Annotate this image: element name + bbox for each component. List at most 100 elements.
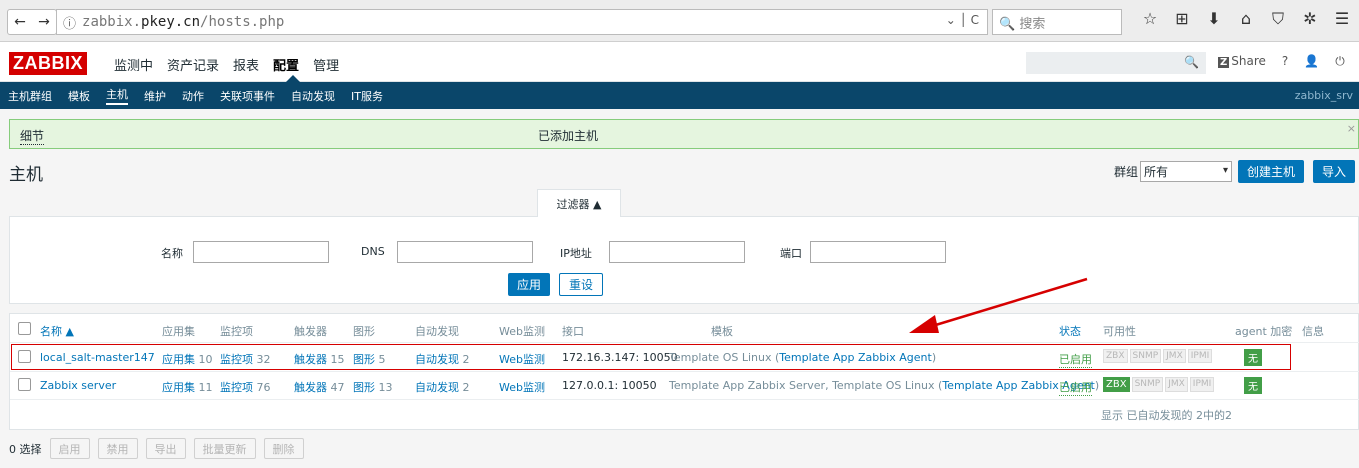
name-input[interactable] [193,241,329,263]
extension-icon[interactable]: ✲ [1300,9,1320,29]
submenu-templates[interactable]: 模板 [68,88,90,104]
group-select[interactable]: 所有 ▾ [1140,161,1233,182]
zabbix-logo[interactable]: ZABBIX [9,52,87,75]
header-apps: 应用集 [162,325,195,338]
filter-tab[interactable]: 过滤器 ▲ [537,189,621,217]
zabbix-header: ZABBIX 监测中 资产记录 报表 配置 管理 🔍 Z Share ? 👤 ⏻ [0,42,1359,82]
ipmi-badge: IPMI [1189,377,1215,392]
submenu-correlation[interactable]: 关联项事件 [220,88,275,104]
help-icon[interactable]: ? [1282,54,1288,69]
chevron-down-icon: ▾ [1222,165,1229,176]
details-toggle[interactable]: 细节 [20,127,45,145]
menu-configuration[interactable]: 配置 [273,55,299,74]
reader-icon[interactable]: ⊞ [1172,9,1192,29]
browser-search-input[interactable]: 🔍 搜索 [992,9,1122,35]
submenu-hosts[interactable]: 主机 [106,86,128,105]
enable-button[interactable]: 启用 [49,438,90,459]
arrow-annotation [909,277,1088,333]
selected-count: 0 选择 [9,442,42,456]
triggers-link[interactable]: 触发器 [294,381,327,394]
user-profile-icon[interactable]: 👤 [1304,54,1319,69]
menu-reports[interactable]: 报表 [233,55,259,74]
items-link[interactable]: 监控项 [220,381,253,394]
menu-monitoring[interactable]: 监测中 [114,55,153,74]
apply-button[interactable]: 应用 [508,273,550,296]
export-button[interactable]: 导出 [145,438,186,459]
graphs-link[interactable]: 图形 [353,381,375,394]
header-availability: 可用性 [1103,325,1136,338]
group-select-value: 所有 [1144,165,1169,179]
search-icon[interactable]: 🔍 [1184,55,1199,69]
header-triggers: 触发器 [294,325,327,338]
discovery-link[interactable]: 自动发现 [415,381,459,394]
template-sep: , [825,379,833,392]
server-name: zabbix_srv [1294,89,1353,102]
active-menu-caret [286,75,300,82]
close-icon[interactable]: × [1347,122,1356,135]
row-checkbox[interactable] [18,378,31,391]
snmp-badge: SNMP [1131,377,1164,392]
menu-icon[interactable]: ☰ [1332,9,1352,29]
table-footer-count: 显示 已自动发现的 2中的2 [1101,409,1232,422]
encryption-badge: 无 [1244,377,1262,394]
template-pre[interactable]: Template App Zabbix Server [669,379,825,392]
submenu-it-services[interactable]: IT服务 [351,88,383,104]
submenu-maintenance[interactable]: 维护 [144,88,166,104]
template-main[interactable]: Template OS Linux [832,379,934,392]
host-name-link[interactable]: Zabbix server [40,379,116,392]
submenu-discovery[interactable]: 自动发现 [291,88,335,104]
header-interface: 接口 [562,325,584,338]
graphs-count: 13 [378,381,393,394]
forward-icon[interactable]: → [32,14,56,30]
filter-fields: 名称 DNS IP地址 端口 [153,225,963,267]
disable-button[interactable]: 禁用 [97,438,138,459]
url-domain: pkey.cn [141,14,201,30]
info-icon[interactable]: ⓘ [63,13,76,32]
submenu-actions[interactable]: 动作 [182,88,204,104]
success-message: 细节 已添加主机 × [9,119,1359,149]
row-divider [10,342,1359,343]
select-all-checkbox[interactable] [18,322,31,335]
back-icon[interactable]: ← [8,14,32,30]
star-icon[interactable]: ☆ [1140,9,1160,29]
delete-button[interactable]: 删除 [263,438,304,459]
dns-input[interactable] [397,241,533,263]
url-path: /hosts.php [200,14,285,30]
interface-value: 127.0.0.1: 10050 [562,379,657,392]
page-title: 主机 [9,165,43,185]
address-bar[interactable]: ⓘ zabbix. pkey.cn/hosts.php ⌄ │ C [56,9,988,35]
browser-nav-buttons: ← → [7,9,57,35]
name-label: 名称 [161,247,183,260]
port-input[interactable] [810,241,946,263]
status-toggle[interactable]: 已启用 [1059,379,1092,396]
ip-input[interactable] [609,241,745,263]
download-icon[interactable]: ⬇ [1204,9,1224,29]
browser-icons: ☆ ⊞ ⬇ ⌂ ⛉ ✲ ☰ [1140,9,1352,29]
sub-menu: 主机群组 模板 主机 维护 动作 关联项事件 自动发现 IT服务 zabbix_… [0,82,1359,109]
share-button[interactable]: Z Share [1218,54,1266,69]
header-actions: Z Share ? 👤 ⏻ [1218,54,1345,69]
pocket-icon[interactable]: ⛉ [1268,9,1288,29]
header-encryption: agent 加密 [1235,325,1293,338]
create-host-button[interactable]: 创建主机 [1238,160,1304,183]
reset-button[interactable]: 重设 [559,273,603,296]
header-name[interactable]: 名称 ▲ [40,323,74,339]
highlight-annotation [11,344,1291,370]
table-header: 名称 ▲ 应用集 监控项 触发器 图形 自动发现 Web监测 接口 模板 状态 … [10,316,1359,342]
web-link[interactable]: Web监测 [499,379,545,395]
mass-update-button[interactable]: 批量更新 [193,438,256,459]
logout-icon[interactable]: ⏻ [1335,54,1345,69]
reload-icon[interactable]: ⌄ │ C [946,13,979,27]
ip-label: IP地址 [560,247,592,260]
menu-inventory[interactable]: 资产记录 [167,55,219,74]
url-prefix: zabbix. [82,14,142,30]
header-graphs: 图形 [353,325,375,338]
submenu-host-groups[interactable]: 主机群组 [8,88,52,104]
header-web: Web监测 [499,325,545,338]
import-button[interactable]: 导入 [1313,160,1355,183]
share-z-icon: Z [1218,57,1230,68]
global-search-input[interactable]: 🔍 [1026,52,1206,74]
home-icon[interactable]: ⌂ [1236,9,1256,29]
menu-administration[interactable]: 管理 [313,55,339,74]
apps-link[interactable]: 应用集 [162,381,195,394]
